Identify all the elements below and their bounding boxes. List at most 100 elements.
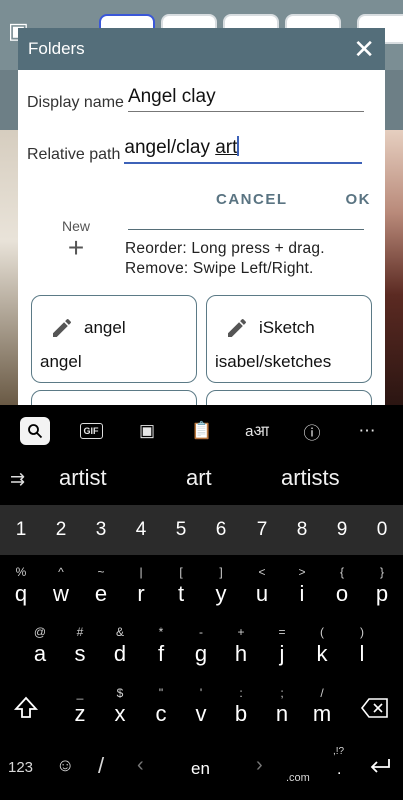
key-4[interactable]: 4 bbox=[121, 519, 161, 541]
key-y[interactable]: y bbox=[201, 581, 241, 607]
key-r[interactable]: r bbox=[121, 581, 161, 607]
key-u[interactable]: u bbox=[242, 581, 282, 607]
plus-icon: + bbox=[67, 232, 85, 263]
sticker-icon[interactable]: ▣ bbox=[132, 417, 162, 445]
key-w[interactable]: w bbox=[41, 581, 81, 607]
period-key[interactable]: . bbox=[337, 761, 341, 779]
key-symbol: ' bbox=[199, 686, 203, 700]
dialog-title: Folders bbox=[28, 39, 85, 58]
suggestion-3[interactable]: artists bbox=[281, 465, 340, 491]
gif-icon[interactable]: GIF bbox=[76, 417, 106, 445]
emoji-icon[interactable]: ☺ bbox=[56, 755, 74, 776]
close-icon[interactable]: ✕ bbox=[353, 36, 375, 62]
folder-path: angel bbox=[40, 352, 82, 371]
key-5[interactable]: 5 bbox=[161, 519, 201, 541]
period-sub-label: ,!? bbox=[333, 746, 345, 757]
key-1[interactable]: 1 bbox=[1, 519, 41, 541]
divider bbox=[128, 229, 364, 230]
key-symbol: [ bbox=[179, 565, 183, 579]
key-symbol: # bbox=[76, 625, 84, 639]
key-p[interactable]: p bbox=[362, 581, 402, 607]
key-0[interactable]: 0 bbox=[362, 519, 402, 541]
translate-icon[interactable]: aआ bbox=[242, 417, 272, 445]
relative-path-label: Relative path bbox=[27, 146, 121, 163]
keyboard: GIF ▣ 📋 aआ ⓘ ⋯ ⇉ artist art artists 1 2 … bbox=[0, 405, 403, 800]
suggestion-strip: ⇉ artist art artists bbox=[0, 457, 403, 501]
display-name-input[interactable]: Angel clay bbox=[127, 86, 364, 112]
folder-card[interactable]: angel angel bbox=[31, 295, 197, 383]
key-o[interactable]: o bbox=[322, 581, 362, 607]
cursor-left-icon[interactable]: ‹ bbox=[137, 754, 144, 777]
enter-icon[interactable] bbox=[368, 757, 392, 775]
key-j[interactable]: j bbox=[262, 641, 302, 667]
key-g[interactable]: g bbox=[181, 641, 221, 667]
com-key[interactable]: .com bbox=[286, 772, 310, 784]
new-folder-button[interactable]: New + bbox=[58, 218, 94, 262]
key-q[interactable]: q bbox=[1, 581, 41, 607]
key-b[interactable]: b bbox=[221, 701, 261, 727]
key-symbol: < bbox=[258, 565, 266, 579]
folder-name: iSketch bbox=[259, 318, 315, 337]
key-3[interactable]: 3 bbox=[81, 519, 121, 541]
backspace-icon[interactable] bbox=[360, 697, 390, 719]
key-8[interactable]: 8 bbox=[282, 519, 322, 541]
key-f[interactable]: f bbox=[141, 641, 181, 667]
suggestion-2[interactable]: art bbox=[186, 465, 212, 491]
key-7[interactable]: 7 bbox=[242, 519, 282, 541]
more-icon[interactable]: ⋯ bbox=[352, 417, 382, 445]
key-symbol: / bbox=[320, 686, 324, 700]
key-symbol: { bbox=[339, 565, 344, 579]
key-v[interactable]: v bbox=[181, 701, 221, 727]
key-symbol: ; bbox=[280, 686, 284, 700]
key-9[interactable]: 9 bbox=[322, 519, 362, 541]
search-icon[interactable] bbox=[20, 417, 50, 445]
key-n[interactable]: n bbox=[262, 701, 302, 727]
key-m[interactable]: m bbox=[302, 701, 342, 727]
shift-icon[interactable] bbox=[13, 695, 39, 721]
key-k[interactable]: k bbox=[302, 641, 342, 667]
cancel-button[interactable]: CANCEL bbox=[216, 191, 288, 208]
key-s[interactable]: s bbox=[60, 641, 100, 667]
key-symbol: % bbox=[15, 565, 27, 579]
key-symbol: " bbox=[158, 686, 164, 700]
key-symbol: + bbox=[237, 625, 245, 639]
clipboard-icon[interactable]: 📋 bbox=[187, 417, 217, 445]
key-h[interactable]: h bbox=[221, 641, 261, 667]
key-c[interactable]: c bbox=[141, 701, 181, 727]
folder-card-header: iSketch bbox=[225, 316, 315, 340]
key-l[interactable]: l bbox=[342, 641, 382, 667]
folder-card-partial[interactable] bbox=[31, 390, 197, 405]
display-name-label: Display name bbox=[27, 94, 124, 111]
space-language-key[interactable]: en bbox=[191, 759, 210, 779]
key-i[interactable]: i bbox=[282, 581, 322, 607]
folder-card-partial[interactable] bbox=[206, 390, 372, 405]
display-name-value: Angel clay bbox=[127, 86, 216, 107]
slash-key[interactable]: / bbox=[98, 753, 104, 779]
key-6[interactable]: 6 bbox=[201, 519, 241, 541]
key-d[interactable]: d bbox=[100, 641, 140, 667]
key-t[interactable]: t bbox=[161, 581, 201, 607]
cursor-right-icon[interactable]: › bbox=[256, 754, 263, 777]
pencil-icon[interactable] bbox=[225, 316, 249, 340]
key-symbol: - bbox=[199, 625, 203, 639]
reorder-hint: Reorder: Long press + drag. bbox=[125, 240, 325, 257]
key-e[interactable]: e bbox=[81, 581, 121, 607]
folder-card[interactable]: iSketch isabel/sketches bbox=[206, 295, 372, 383]
key-a[interactable]: a bbox=[20, 641, 60, 667]
key-symbol: ( bbox=[320, 625, 324, 639]
relative-path-input[interactable]: angel/clay art bbox=[124, 136, 363, 164]
collapse-icon[interactable]: ⇉ bbox=[10, 469, 25, 490]
ok-button[interactable]: OK bbox=[346, 191, 372, 208]
number-row: 1 2 3 4 5 6 7 8 9 0 bbox=[0, 505, 403, 555]
key-2[interactable]: 2 bbox=[41, 519, 81, 541]
pencil-icon[interactable] bbox=[50, 316, 74, 340]
relative-path-row: Relative path angel/clay art bbox=[27, 136, 363, 164]
key-z[interactable]: z bbox=[60, 701, 100, 727]
key-x[interactable]: x bbox=[100, 701, 140, 727]
info-icon[interactable]: ⓘ bbox=[297, 417, 327, 445]
dialog-header: Folders ✕ bbox=[18, 28, 385, 70]
relative-path-prefix: angel/clay bbox=[124, 137, 216, 158]
symbols-key[interactable]: 123 bbox=[8, 759, 33, 776]
key-symbol: $ bbox=[116, 686, 124, 700]
suggestion-1[interactable]: artist bbox=[59, 465, 107, 491]
